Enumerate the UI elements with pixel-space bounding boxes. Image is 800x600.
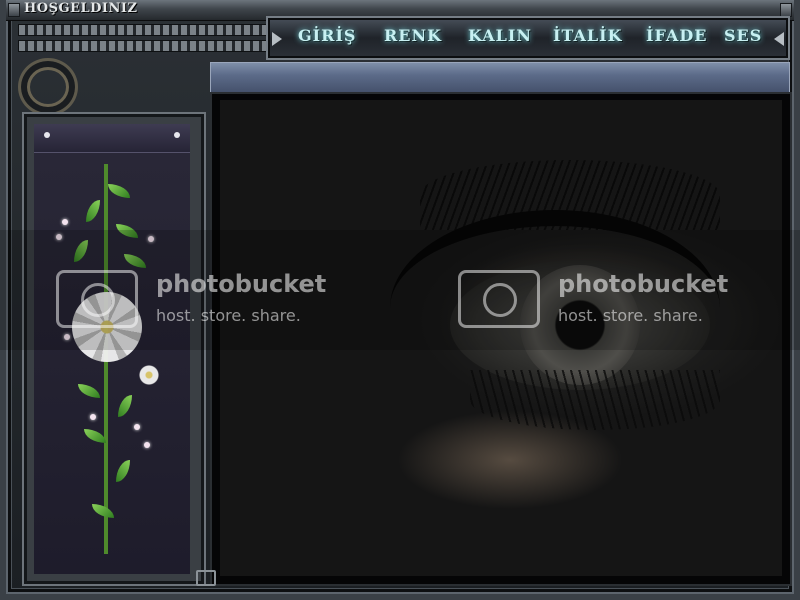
bead-icon <box>134 424 140 430</box>
photobucket-logo-icon <box>458 270 540 328</box>
menu-item-renk[interactable]: RENK <box>384 26 442 45</box>
watermark-brand: photobucket <box>156 270 327 298</box>
menu-item-giris[interactable]: GİRİŞ <box>298 26 356 45</box>
menu-item-ses[interactable]: SES <box>724 26 762 45</box>
watermark: photobucket host. store. share. <box>458 270 748 328</box>
chain-icon <box>18 24 270 36</box>
menu-item-ifade[interactable]: İFADE <box>646 26 707 45</box>
corner-tab-icon <box>196 570 216 586</box>
pin-icon <box>44 132 50 138</box>
menu-left-arrow-icon <box>272 32 282 46</box>
pin-icon <box>174 132 180 138</box>
flower-icon <box>138 364 160 386</box>
leaf-icon <box>108 184 130 198</box>
bead-icon <box>62 219 68 225</box>
watermark-tagline: host. store. share. <box>558 306 703 325</box>
top-strip <box>210 62 790 94</box>
ornament-icon <box>18 58 78 116</box>
leaf-icon <box>86 200 100 222</box>
menu-bar: GİRİŞ RENK KALIN İTALİK İFADE SES <box>266 16 790 60</box>
chain-icon <box>18 40 270 52</box>
watermark-brand: photobucket <box>558 270 729 298</box>
window-title: HOŞGELDINIZ <box>24 1 138 16</box>
leaf-icon <box>118 395 132 417</box>
rivet-icon <box>780 3 792 17</box>
menu-right-arrow-icon <box>774 32 784 46</box>
photobucket-logo-icon <box>56 270 138 328</box>
bead-icon <box>144 442 150 448</box>
leaf-icon <box>84 429 106 443</box>
leaf-icon <box>92 504 114 518</box>
lower-eyelash-art <box>470 370 720 430</box>
menu-item-italik[interactable]: İTALİK <box>553 26 623 45</box>
left-panel-header <box>34 124 190 153</box>
menu-item-kalin[interactable]: KALIN <box>468 26 532 45</box>
bead-icon <box>90 414 96 420</box>
watermark-tagline: host. store. share. <box>156 306 301 325</box>
watermark: photobucket host. store. share. <box>56 270 346 328</box>
rivet-icon <box>8 3 20 17</box>
leaf-icon <box>78 384 100 398</box>
leaf-icon <box>116 460 130 482</box>
